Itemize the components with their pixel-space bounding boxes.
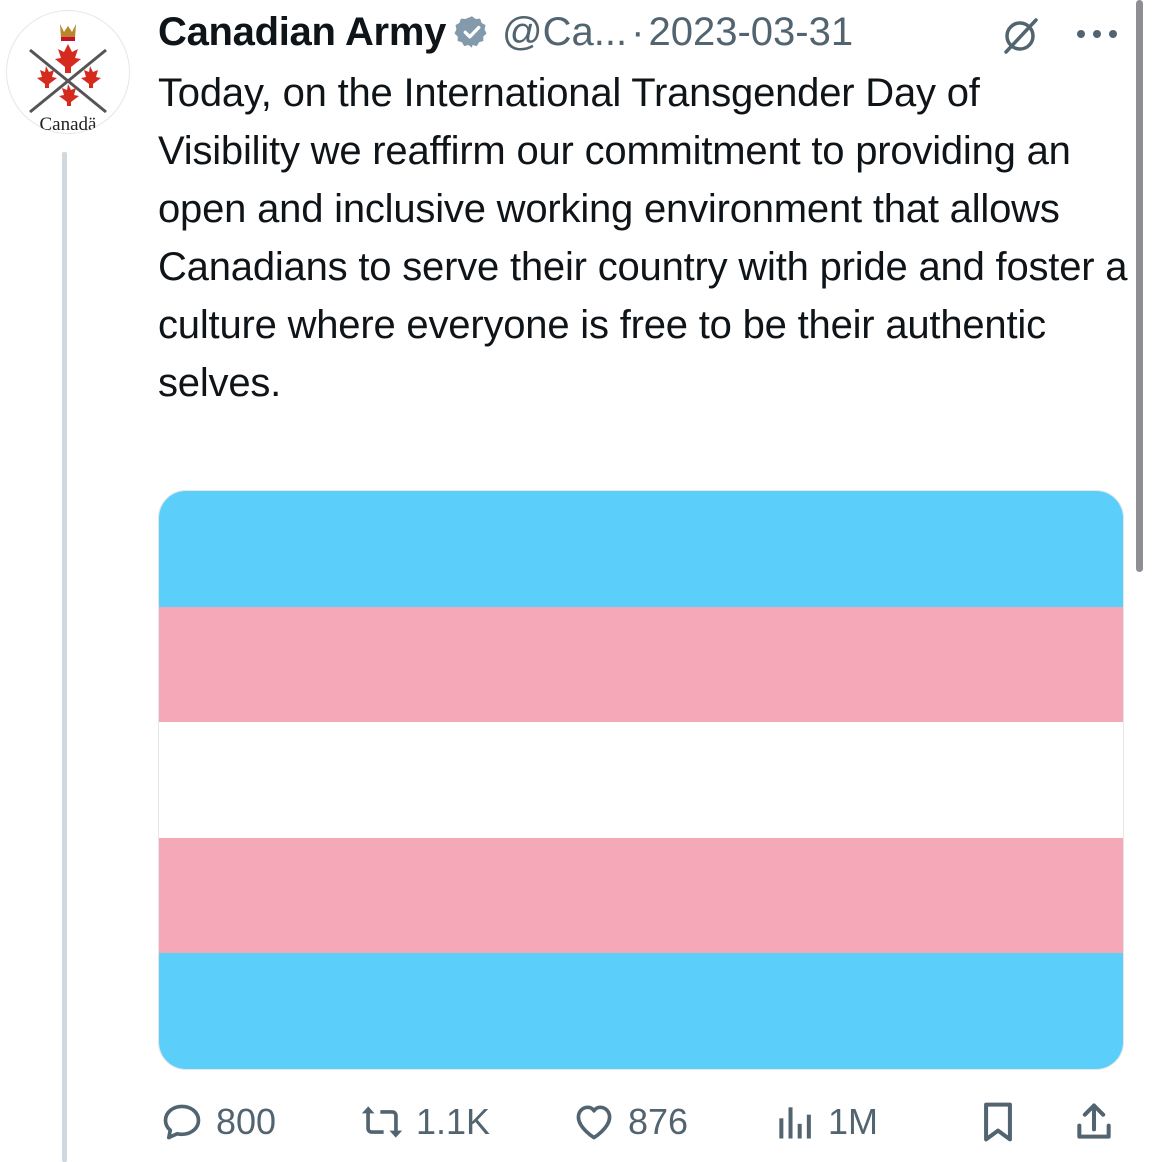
author-handle[interactable]: @Ca... — [502, 10, 627, 55]
reply-count: 800 — [216, 1101, 277, 1142]
reply-button[interactable]: 800 — [160, 1090, 276, 1154]
view-count: 1M — [828, 1101, 879, 1142]
canadian-army-logo: Canadä — [29, 24, 107, 134]
flag-stripe-blue-top — [159, 491, 1123, 607]
like-count: 876 — [628, 1101, 689, 1142]
avatar-wordmark: Canadä — [40, 114, 98, 134]
tweet-date[interactable]: 2023-03-31 — [648, 10, 853, 55]
avatar[interactable]: Canadä — [6, 10, 130, 134]
heart-icon — [576, 1105, 612, 1140]
grok-icon[interactable] — [998, 14, 1042, 58]
action-bar: 800 1.1K 876 1M — [0, 1090, 1152, 1154]
bookmark-icon — [984, 1102, 1012, 1142]
repost-count: 1.1K — [416, 1101, 491, 1142]
flag-stripe-white — [159, 722, 1123, 838]
repost-button[interactable]: 1.1K — [360, 1090, 490, 1154]
flag-stripe-pink-bottom — [159, 837, 1123, 954]
tweet-text: Today, on the International Transgender … — [158, 71, 1128, 405]
repost-icon — [361, 1106, 403, 1138]
share-button[interactable] — [1072, 1090, 1116, 1154]
separator-dot: · — [631, 9, 645, 54]
author-name[interactable]: Canadian Army — [158, 10, 446, 55]
more-options-icon[interactable] — [1072, 22, 1122, 46]
flag-stripe-pink-top — [159, 606, 1123, 723]
bookmark-button[interactable] — [976, 1090, 1020, 1154]
analytics-icon — [779, 1107, 811, 1139]
thread-line — [62, 152, 67, 1162]
reply-icon — [163, 1104, 201, 1140]
share-icon — [1077, 1103, 1111, 1139]
transgender-flag-image[interactable] — [158, 490, 1124, 1070]
views-button[interactable]: 1M — [772, 1090, 878, 1154]
scrollbar[interactable] — [1136, 0, 1143, 572]
tweet-header: Canadian Army @Ca... · 2023-03-31 — [158, 6, 853, 58]
verified-badge-icon[interactable] — [454, 14, 490, 50]
like-button[interactable]: 876 — [572, 1090, 688, 1154]
flag-stripe-blue-bottom — [159, 953, 1123, 1069]
